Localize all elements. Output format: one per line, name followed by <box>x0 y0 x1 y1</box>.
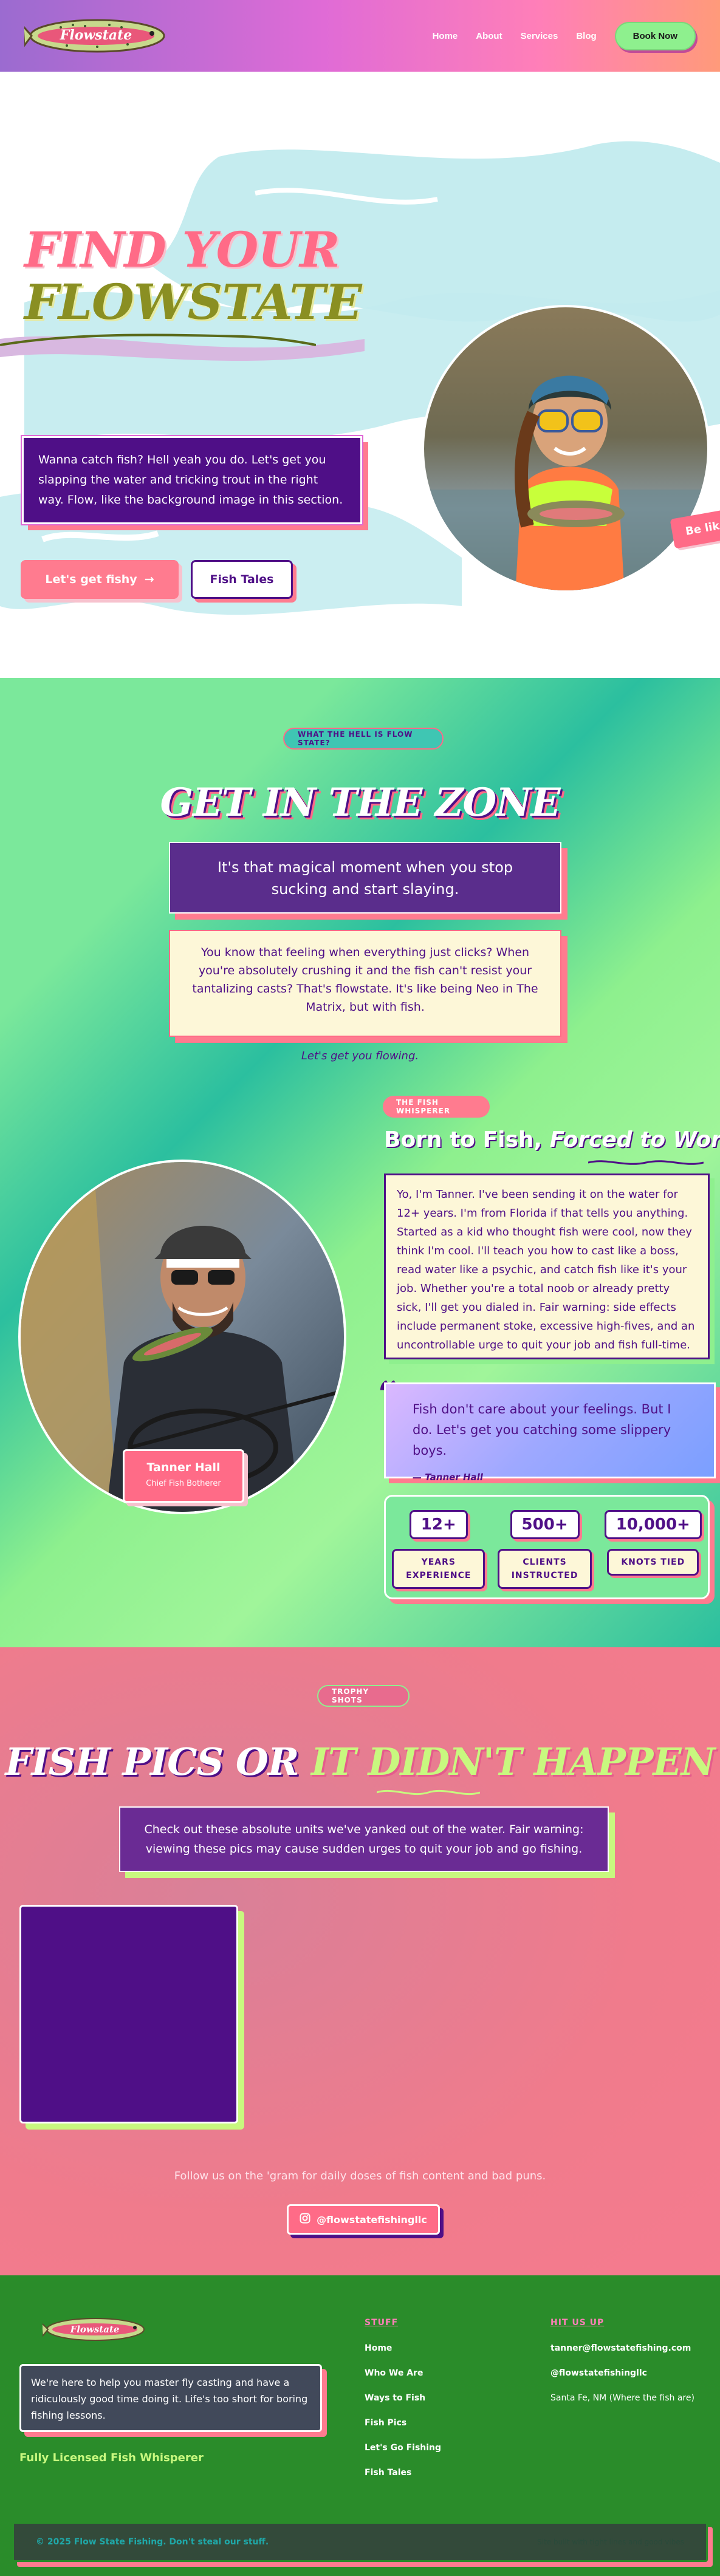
stat-label: CLIENTS INSTRUCTED <box>497 1549 592 1589</box>
stats-panel: 12+ YEARS EXPERIENCE 500+ CLIENTS INSTRUCT… <box>384 1495 710 1599</box>
footer-link-fish-pics[interactable]: Fish Pics <box>365 2418 406 2428</box>
hero-angler-photo <box>422 305 710 593</box>
arrow-right-icon: → <box>144 573 154 586</box>
stat-years: 12+ YEARS EXPERIENCE <box>392 1510 485 1589</box>
footer-about: We're here to help you master fly castin… <box>19 2364 322 2432</box>
stat-value: 500+ <box>510 1510 580 1539</box>
footer-license: Fully Licensed Fish Whisperer <box>19 2451 204 2464</box>
stat-value: 12+ <box>409 1510 468 1539</box>
nav-links: Home About Services Blog Book Now <box>433 21 696 50</box>
stat-label-line1: KNOTS TIED <box>621 1557 685 1567</box>
bio-text: Yo, I'm Tanner. I've been sending it on … <box>384 1174 710 1359</box>
stat-label: KNOTS TIED <box>607 1549 699 1576</box>
flowstate-section: WHAT THE HELL IS FLOW STATE? GET IN THE … <box>0 678 720 1647</box>
zone-cta-text: Let's get you flowing. <box>301 1050 419 1062</box>
whisperer-title: Born to Fish, Forced to Work <box>384 1127 720 1152</box>
footer-bottom-bar: © 2025 Flow State Fishing. Don't steal o… <box>12 2522 708 2562</box>
footer-location: Santa Fe, NM (Where the fish are) <box>550 2393 694 2403</box>
stat-knots: 10,000+ KNOTS TIED <box>604 1510 702 1576</box>
footer-link-home[interactable]: Home <box>365 2343 392 2353</box>
trout-logo-icon: Flowstate <box>22 19 165 53</box>
follow-text: Follow us on the 'gram for daily doses o… <box>174 2170 546 2182</box>
stat-clients: 500+ CLIENTS INSTRUCTED <box>497 1510 592 1589</box>
hero-title-line1: FIND YOUR <box>24 221 340 278</box>
footer-link-lets-go-fishing[interactable]: Let's Go Fishing <box>365 2443 441 2453</box>
footer-link-fish-tales[interactable]: Fish Tales <box>365 2468 411 2478</box>
footer-stuff-title: STUFF <box>365 2318 399 2328</box>
angler-woman-image <box>424 307 707 590</box>
lets-get-fishy-label: Let's get fishy <box>45 573 137 586</box>
footer-logo[interactable]: Flowstate <box>40 2312 148 2347</box>
hero-title-line2: FLOWSTATE <box>24 273 362 330</box>
hero-title: FIND YOUR FLOWSTATE <box>24 224 362 328</box>
zone-description: You know that feeling when everything ju… <box>169 930 561 1037</box>
hero-description: Wanna catch fish? Hell yeah you do. Let'… <box>21 435 363 525</box>
quote-card: Fish don't care about your feelings. But… <box>384 1382 716 1483</box>
top-nav: Flowstate Home About Services Blog Book … <box>0 0 720 72</box>
lets-get-fishy-button[interactable]: Let's get fishy → <box>21 560 179 599</box>
quote-author: — Tanner Hall <box>413 1472 483 1483</box>
zone-tagline: It's that magical moment when you stop s… <box>169 842 561 914</box>
hero-section: FIND YOUR FLOWSTATE Wanna catch fish? He… <box>0 72 720 678</box>
footer-credit: Site built with tight lines and good vib… <box>537 2538 684 2546</box>
tanner-name: Tanner Hall <box>146 1461 221 1474</box>
footer-contact-title: HIT US UP <box>550 2318 605 2328</box>
stat-value: 10,000+ <box>604 1510 702 1539</box>
flowstate-logo[interactable]: Flowstate <box>22 10 170 61</box>
book-now-button[interactable]: Book Now <box>614 21 696 50</box>
trophy-title-b: IT DIDN'T HAPPEN <box>310 1740 715 1784</box>
trout-logo-icon: Flowstate <box>40 2318 145 2341</box>
squiggle-underline <box>377 1789 480 1795</box>
nav-services[interactable]: Services <box>521 31 558 41</box>
stat-label-line1: YEARS <box>421 1557 456 1567</box>
copyright: © 2025 Flow State Fishing. Don't steal o… <box>36 2537 269 2547</box>
whisperer-pill: THE FISH WHISPERER <box>383 1096 490 1118</box>
title-swash-decoration <box>0 333 316 346</box>
trophy-title-a: FISH PICS OR <box>5 1740 311 1784</box>
footer-link-who-we-are[interactable]: Who We Are <box>365 2368 423 2378</box>
fish-pic-card[interactable] <box>19 1905 238 2123</box>
squiggle-underline <box>588 1160 704 1165</box>
trophy-description: Check out these absolute units we've yan… <box>119 1806 609 1872</box>
footer-email[interactable]: tanner@flowstatefishing.com <box>550 2343 691 2353</box>
nav-about[interactable]: About <box>476 31 502 41</box>
tanner-role: Chief Fish Botherer <box>146 1479 221 1488</box>
trophy-section: TROPHY SHOTS FISH PICS OR IT DIDN'T HAPP… <box>0 1647 720 2275</box>
section-title: GET IN THE ZONE <box>160 780 561 825</box>
stat-label-line1: CLIENTS <box>523 1557 567 1567</box>
trophy-pill: TROPHY SHOTS <box>317 1685 410 1707</box>
stat-label: YEARS EXPERIENCE <box>392 1549 485 1589</box>
nav-blog[interactable]: Blog <box>576 31 596 41</box>
whisperer-title-plain: Born to Fish, <box>384 1127 550 1152</box>
trophy-title: FISH PICS OR IT DIDN'T HAPPEN <box>0 1740 720 1784</box>
section-pill: WHAT THE HELL IS FLOW STATE? <box>283 728 444 750</box>
footer-link-ways-to-fish[interactable]: Ways to Fish <box>365 2393 425 2403</box>
svg-text:Flowstate: Flowstate <box>60 27 132 43</box>
stat-label-line2: INSTRUCTED <box>511 1571 578 1580</box>
instagram-handle: @flowstatefishingllc <box>317 2213 427 2226</box>
footer-instagram[interactable]: @flowstatefishingllc <box>550 2368 647 2378</box>
instagram-button[interactable]: @flowstatefishingllc <box>287 2204 440 2235</box>
tanner-name-card: Tanner Hall Chief Fish Botherer <box>123 1449 244 1503</box>
stat-label-line2: EXPERIENCE <box>406 1571 471 1580</box>
nav-home[interactable]: Home <box>433 31 458 41</box>
svg-text:Flowstate: Flowstate <box>70 2324 120 2335</box>
whisperer-title-italic: Forced to Work <box>549 1127 720 1152</box>
fish-tales-button[interactable]: Fish Tales <box>191 560 293 599</box>
instagram-icon <box>300 2213 310 2226</box>
quote-text: Fish don't care about your feelings. But… <box>413 1402 671 1458</box>
footer: Flowstate We're here to help you master … <box>0 2275 720 2576</box>
